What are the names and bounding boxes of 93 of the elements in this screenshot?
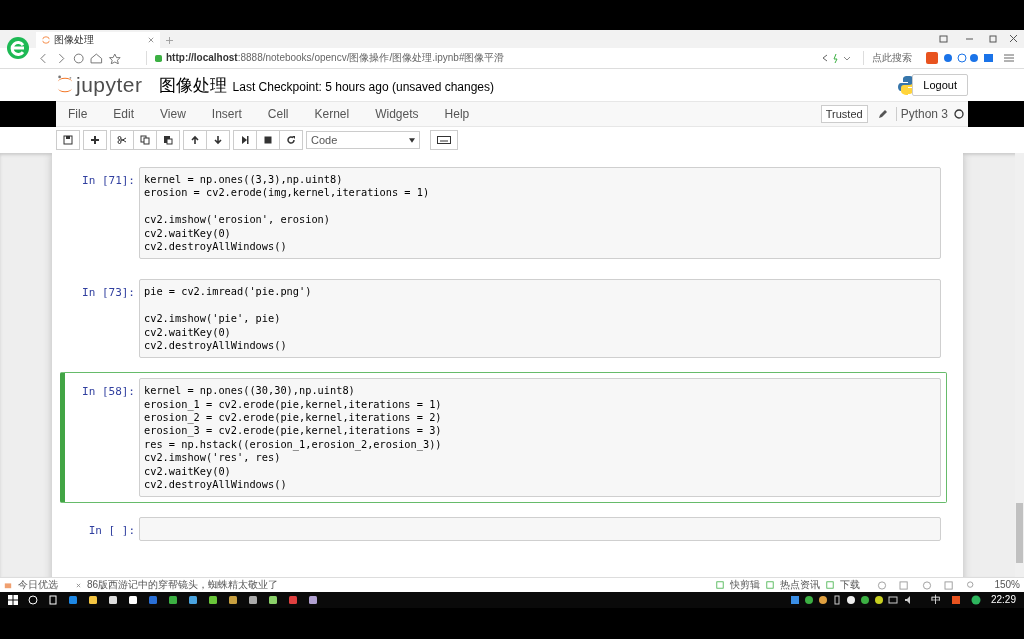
- code-line: erosion_2 = cv2.erode(pie,kernel,iterations = 2): [144, 411, 443, 425]
- search-icon[interactable]: [28, 595, 38, 605]
- jupyter-icon: [42, 36, 50, 44]
- paste-icon: [163, 135, 173, 145]
- notebook-title[interactable]: 图像处理: [158, 73, 227, 97]
- code-line: cv2.destroyAllWindows(): [144, 478, 288, 492]
- menu-item[interactable]: View: [160, 107, 186, 121]
- code-line: cv2.destroyAllWindows(): [144, 338, 288, 353]
- status-link[interactable]: 今日优选: [18, 579, 58, 591]
- menu-item[interactable]: Kernel: [314, 107, 350, 121]
- window-controls-icon[interactable]: [938, 34, 1018, 44]
- restart-button[interactable]: [279, 130, 303, 150]
- close-icon[interactable]: [148, 37, 154, 43]
- scissors-icon: [117, 135, 127, 145]
- move-up-button[interactable]: [183, 130, 207, 150]
- checkpoint-status: Last Checkpoint: 5 hours ago (unsaved changes): [232, 79, 495, 94]
- code-line: erosion_3 = cv2.erode(pie,kernel,iterations = 3): [144, 424, 443, 438]
- code-line: cv2.imshow('pie', pie): [144, 312, 282, 326]
- logout-button[interactable]: Logout: [912, 74, 968, 96]
- code-input[interactable]: [139, 517, 941, 542]
- tray-app-icon[interactable]: [950, 595, 961, 605]
- scrollbar-thumb[interactable]: [1016, 503, 1023, 563]
- status-link[interactable]: 热点资讯: [780, 579, 821, 591]
- code-line: erosion_1 = cv2.erode(pie,kernel,iterations = 1): [144, 397, 443, 412]
- input-method[interactable]: 中: [930, 594, 941, 606]
- trusted-indicator[interactable]: Trusted: [820, 105, 868, 123]
- browser-tab[interactable]: 图像处理: [36, 32, 160, 48]
- start-icon[interactable]: [8, 595, 18, 605]
- secure-icon: [155, 54, 162, 62]
- menu-item[interactable]: Help: [444, 107, 470, 121]
- share-icon[interactable]: [821, 53, 851, 63]
- cut-button[interactable]: [110, 130, 134, 150]
- code-line: kernel = np.ones((30,30),np.uint8): [144, 384, 356, 398]
- search-field[interactable]: 点此搜索: [863, 51, 912, 65]
- move-down-button[interactable]: [206, 130, 230, 150]
- code-line: cv2.waitKey(0): [144, 226, 232, 240]
- save-icon: [63, 135, 73, 145]
- code-line: cv2.waitKey(0): [144, 464, 232, 479]
- cell-prompt: In [ ]:: [87, 523, 136, 540]
- cell-type-dropdown[interactable]: Code: [306, 131, 420, 149]
- insert-cell-button[interactable]: [83, 130, 107, 150]
- tray-app-icon[interactable]: [970, 595, 981, 605]
- zoom-level[interactable]: 150%: [994, 579, 1020, 591]
- code-cell[interactable]: In [73]: pie = cv2.imread('pie.png') cv2.imshow('pie', pie) cv2.waitKey(0) cv2.destroyAllWindows(): [64, 273, 947, 365]
- code-cell[interactable]: In [ ]:: [64, 511, 947, 548]
- selected-cell[interactable]: [60, 372, 947, 504]
- code-input[interactable]: kernel = np.ones((3,3),np.uint8) erosion = cv2.erode(img,kernel,iterations = 1) cv2.imshow('erosion', erosion) cv2.waitKey(0) cv2.destroyAllWindows(): [139, 167, 941, 260]
- keyboard-button[interactable]: [430, 130, 458, 150]
- code-input[interactable]: [139, 378, 941, 498]
- close-icon[interactable]: [76, 582, 81, 588]
- copy-icon: [140, 135, 150, 145]
- code-line: kernel = np.ones((3,3),np.uint8): [144, 173, 344, 187]
- toolbar-icons[interactable]: [926, 52, 1016, 64]
- plus-icon: [90, 135, 100, 145]
- refresh-icon: [286, 135, 296, 145]
- stop-icon: [263, 135, 273, 145]
- menu-item[interactable]: Cell: [267, 107, 289, 121]
- run-button[interactable]: [233, 130, 257, 150]
- clock[interactable]: 22:29: [990, 594, 1016, 606]
- cell-prompt: In [58]:: [81, 384, 136, 401]
- address-field[interactable]: http://localhost:8888/notebooks/opencv/图像操作/图像处理.ipynb#图像平滑: [146, 51, 505, 65]
- code-line: cv2.waitKey(0): [144, 325, 232, 339]
- kernel-idle-icon: [954, 109, 964, 119]
- menu-item[interactable]: Edit: [113, 107, 135, 121]
- arrow-down-icon: [213, 135, 223, 145]
- code-line: pie = cv2.imread('pie.png'): [144, 285, 313, 299]
- code-line: cv2.imshow('res', res): [144, 451, 282, 465]
- kernel-name[interactable]: Python 3: [895, 107, 948, 121]
- code-cell[interactable]: In [71]: kernel = np.ones((3,3),np.uint8) erosion = cv2.erode(img,kernel,iterations = 1) cv2.imshow('erosion', erosion) cv2.waitKey(0) cv2.destroyAllWindows(): [64, 161, 947, 266]
- paste-button[interactable]: [156, 130, 180, 150]
- stop-button[interactable]: [256, 130, 280, 150]
- code-input[interactable]: pie = cv2.imread('pie.png') cv2.imshow('pie', pie) cv2.waitKey(0) cv2.destroyAllWindows(): [139, 279, 941, 359]
- task-view-icon[interactable]: [48, 595, 58, 605]
- cell-prompt: In [71]:: [81, 173, 136, 189]
- save-button[interactable]: [56, 130, 80, 150]
- caret-icon: [409, 137, 415, 143]
- news-link[interactable]: 86版西游记中的穿帮镜头，蜘蛛精太敬业了: [87, 579, 279, 591]
- menu-item[interactable]: Widgets: [375, 107, 419, 121]
- status-link[interactable]: 下载: [840, 579, 861, 591]
- code-line: erosion = cv2.erode(img,kernel,iterations = 1): [144, 186, 431, 200]
- menu-item[interactable]: File: [68, 107, 88, 121]
- status-link[interactable]: 快剪辑: [730, 579, 761, 591]
- code-line: cv2.destroyAllWindows(): [144, 239, 288, 254]
- jupyter-logo[interactable]: jupyter: [56, 73, 143, 97]
- menu-item[interactable]: Insert: [211, 107, 242, 121]
- copy-button[interactable]: [133, 130, 157, 150]
- cell-prompt: In [73]:: [81, 285, 136, 302]
- step-forward-icon: [240, 135, 250, 145]
- arrow-up-icon: [190, 135, 200, 145]
- code-line: res = np.hstack((erosion_1,erosion_2,erosion_3)): [144, 437, 443, 452]
- code-line: cv2.imshow('erosion', erosion): [144, 213, 331, 227]
- keyboard-icon: [437, 136, 451, 144]
- pencil-icon[interactable]: [877, 109, 888, 119]
